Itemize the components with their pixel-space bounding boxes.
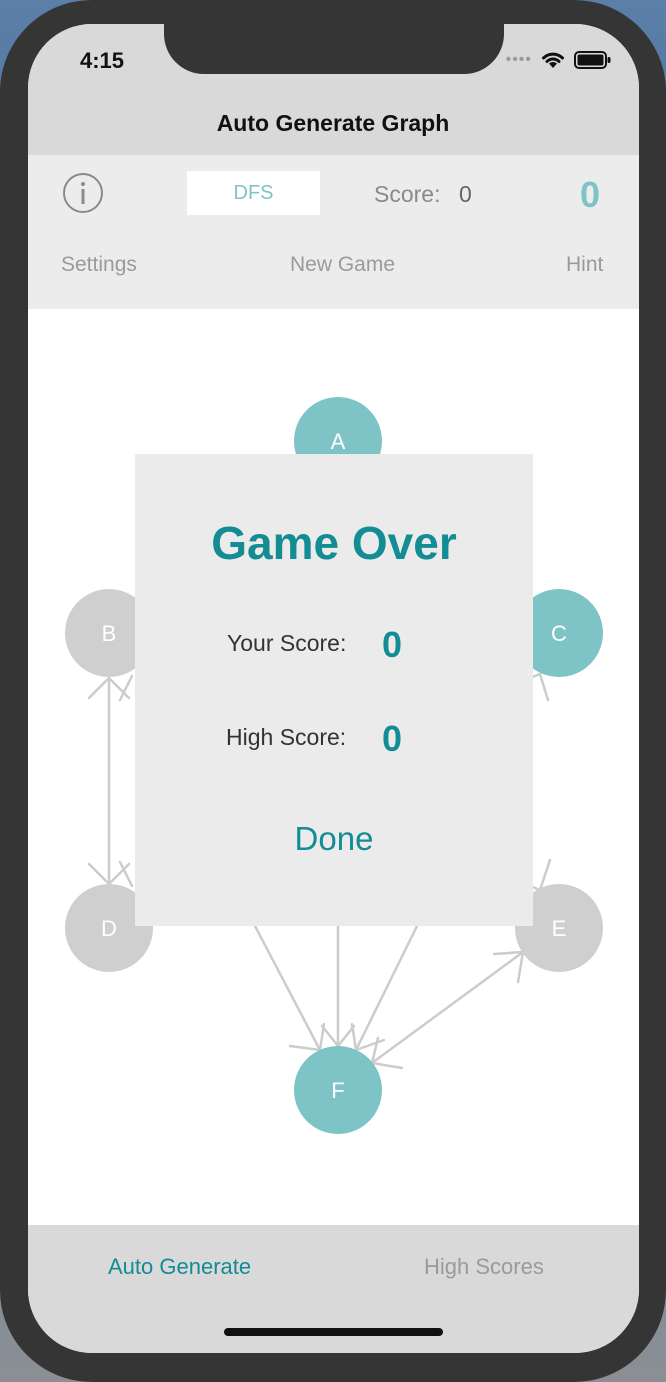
status-icons: ••••: [506, 50, 612, 70]
page-title: Auto Generate Graph: [216, 110, 450, 136]
tab-auto-generate[interactable]: Auto Generate: [108, 1254, 251, 1280]
your-score-value: 0: [382, 624, 403, 665]
score-value: 0: [459, 181, 472, 207]
svg-text:D: D: [101, 916, 117, 941]
info-icon[interactable]: [62, 172, 104, 214]
svg-text:C: C: [551, 621, 567, 646]
tab-high-scores[interactable]: High Scores: [424, 1254, 544, 1280]
graph-node-f[interactable]: F: [294, 1046, 382, 1134]
status-time: 4:15: [80, 48, 125, 73]
wifi-icon: [542, 52, 564, 68]
svg-text:B: B: [102, 621, 117, 646]
edge-to-f-1: [253, 924, 322, 1052]
dialog-title: Game Over: [211, 517, 457, 569]
new-game-button[interactable]: New Game: [290, 253, 395, 277]
cellular-signal-icon: ••••: [505, 51, 532, 68]
game-toolbar: [28, 155, 639, 309]
battery-icon: [574, 51, 611, 69]
high-score-label: High Score:: [226, 724, 347, 750]
hint-button[interactable]: Hint: [566, 253, 603, 277]
edge-arrow-to-e: [528, 858, 552, 892]
home-indicator[interactable]: [224, 1328, 443, 1336]
edge-to-f-3: [354, 924, 419, 1052]
score-counter: 0: [580, 174, 601, 215]
settings-button[interactable]: Settings: [61, 253, 137, 277]
svg-text:F: F: [331, 1078, 344, 1103]
high-score-value: 0: [382, 718, 403, 759]
svg-text:E: E: [552, 916, 567, 941]
done-button[interactable]: Done: [135, 820, 533, 858]
device-notch: [164, 24, 504, 74]
algorithm-selector[interactable]: DFS: [187, 171, 320, 215]
score-label: Score:: [374, 181, 441, 207]
game-over-dialog: Game Over Your Score: 0 High Score: 0 Do…: [135, 454, 533, 926]
your-score-label: Your Score:: [227, 630, 347, 656]
svg-text:A: A: [331, 429, 346, 454]
